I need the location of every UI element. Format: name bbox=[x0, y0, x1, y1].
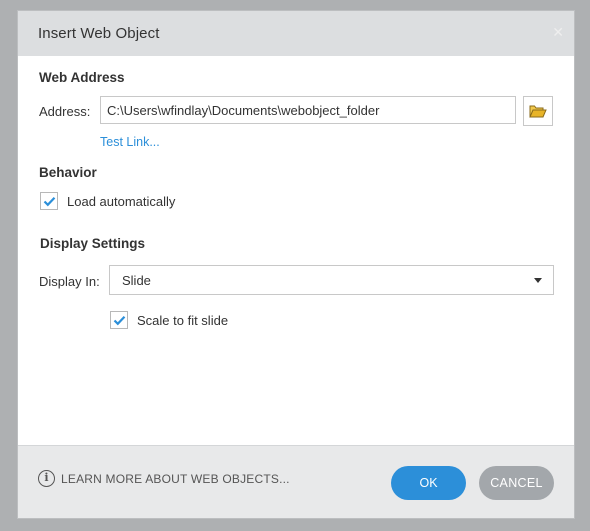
address-label: Address: bbox=[39, 104, 91, 119]
display-in-select[interactable]: Slide bbox=[109, 265, 554, 295]
dialog-footer: i LEARN MORE ABOUT WEB OBJECTS... OK CAN… bbox=[18, 445, 574, 518]
display-in-label: Display In: bbox=[39, 274, 100, 289]
dialog-title-bar: Insert Web Object ✕ bbox=[18, 11, 574, 56]
address-input[interactable] bbox=[100, 96, 516, 124]
close-icon[interactable]: ✕ bbox=[552, 25, 564, 39]
learn-more-link[interactable]: i LEARN MORE ABOUT WEB OBJECTS... bbox=[38, 470, 290, 487]
folder-open-icon bbox=[529, 105, 547, 118]
cancel-button[interactable]: CANCEL bbox=[479, 466, 554, 500]
load-automatically-row[interactable]: Load automatically bbox=[40, 192, 175, 210]
load-automatically-checkbox[interactable] bbox=[40, 192, 58, 210]
ok-button[interactable]: OK bbox=[391, 466, 466, 500]
checkmark-icon bbox=[113, 315, 125, 325]
scale-to-fit-checkbox[interactable] bbox=[110, 311, 128, 329]
insert-web-object-dialog: Insert Web Object ✕ Web Address Address:… bbox=[18, 11, 574, 518]
behavior-heading: Behavior bbox=[39, 165, 97, 180]
info-icon: i bbox=[38, 470, 55, 487]
checkmark-icon bbox=[43, 196, 55, 206]
load-automatically-label: Load automatically bbox=[67, 193, 176, 209]
browse-folder-button[interactable] bbox=[523, 96, 553, 126]
scale-to-fit-label: Scale to fit slide bbox=[137, 312, 229, 328]
display-in-value: Slide bbox=[122, 273, 151, 288]
learn-more-label: LEARN MORE ABOUT WEB OBJECTS... bbox=[61, 471, 290, 486]
display-settings-heading: Display Settings bbox=[40, 236, 146, 251]
dialog-title: Insert Web Object bbox=[38, 25, 160, 42]
web-address-heading: Web Address bbox=[39, 70, 125, 85]
scale-to-fit-row[interactable]: Scale to fit slide bbox=[110, 311, 228, 329]
test-link[interactable]: Test Link... bbox=[100, 135, 160, 149]
chevron-down-icon bbox=[534, 278, 542, 283]
